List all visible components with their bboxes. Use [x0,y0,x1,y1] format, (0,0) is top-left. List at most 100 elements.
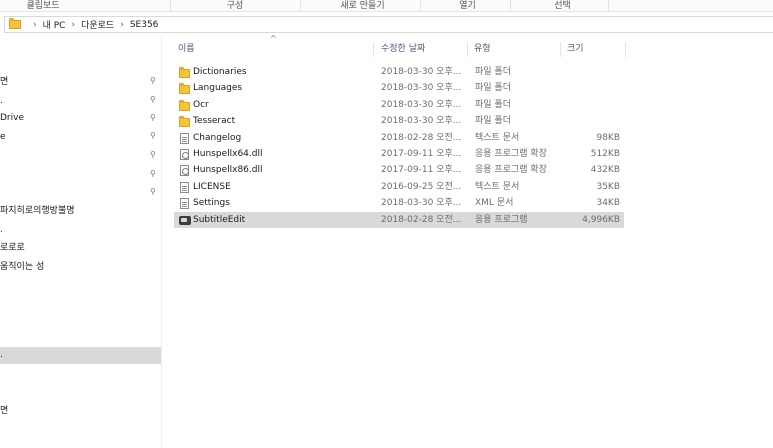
nav-item-label: e [0,132,6,142]
file-size: 4,996KB [582,214,620,225]
nav-item[interactable]: . [0,93,161,109]
breadcrumb-current-folder[interactable]: SE356 [130,20,159,30]
pin-icon: ⚲ [150,150,156,159]
file-name: Ocr [193,99,209,110]
dll-file-icon [180,148,189,160]
text-file-icon [180,181,189,193]
file-date: 2017-09-11 오후... [381,148,462,159]
column-divider[interactable] [373,42,374,57]
file-type: XML 문서 [475,198,514,209]
file-date: 2018-03-30 오후... [381,116,462,127]
file-size: 34KB [596,198,620,209]
xml-file-icon [180,198,189,210]
file-type: 텍스트 문서 [475,132,520,143]
nav-item-drive[interactable]: Drive [0,110,161,126]
nav-item-label: 면 [0,77,9,87]
breadcrumb-this-pc[interactable]: 내 PC [43,18,66,31]
ribbon-group-select: 선택 [554,1,571,11]
column-headers: ^ 이름 수정한 날짜 유형 크기 [170,34,630,58]
nav-item[interactable]: e [0,129,161,145]
file-row[interactable]: Hunspellx64.dll 2017-09-11 오후... 응용 프로그램… [174,146,624,162]
file-name: Hunspellx64.dll [193,148,263,159]
file-row[interactable]: Ocr 2018-03-30 오후... 파일 폴더 [174,97,624,113]
column-header-name[interactable]: 이름 [178,40,195,58]
file-size: 512KB [590,148,620,159]
ribbon-divider [420,0,421,11]
nav-item-label: . [0,225,3,235]
address-bar[interactable]: › 내 PC › 다운로드 › SE356 [0,15,773,34]
folder-icon [179,99,190,111]
sort-ascending-icon: ^ [270,34,277,43]
file-type: 파일 폴더 [475,83,511,94]
nav-item-folder[interactable]: 움직이는 성 [0,259,161,275]
nav-item[interactable]: . [0,222,161,238]
navigation-pane: 면 ⚲ . ⚲ Drive ⚲ e ⚲ ⚲ ⚲ ⚲ 파지히로의행방불명 . 로로… [0,37,162,448]
file-name: LICENSE [193,181,231,192]
ribbon-group-new: 새로 만들기 [340,1,385,11]
file-date: 2018-02-28 오전... [381,214,462,225]
pin-icon: ⚲ [150,187,156,196]
file-size: 432KB [590,165,620,176]
pin-icon: ⚲ [150,76,156,85]
address-box[interactable]: › 내 PC › 다운로드 › SE356 [4,16,773,33]
file-size: 98KB [596,132,620,143]
nav-item-label: 로로로 [0,243,25,253]
column-divider[interactable] [560,42,561,57]
nav-item-label: 움직이는 성 [0,262,45,272]
file-type: 응용 프로그램 확장 [475,148,547,159]
ribbon-group-organize: 구성 [226,1,244,11]
file-name: Tesseract [193,116,236,127]
nav-item-selected[interactable]: . [0,347,161,364]
file-type: 응용 프로그램 [475,214,528,225]
file-row[interactable]: Dictionaries 2018-03-30 오후... 파일 폴더 [174,64,624,80]
file-size: 35KB [596,181,620,192]
file-date: 2016-09-25 오전... [381,181,462,192]
column-header-date[interactable]: 수정한 날짜 [381,40,425,58]
nav-item-folder[interactable]: 로로로 [0,240,161,256]
nav-item-label: Drive [0,113,24,123]
nav-item-desktop[interactable]: 면 [0,74,161,90]
file-size [566,97,620,113]
ribbon-group-open: 열기 [459,1,476,11]
file-row-selected[interactable]: SubtitleEdit 2018-02-28 오전... 응용 프로그램 4,… [174,211,624,228]
breadcrumb-chevron-icon[interactable]: › [33,20,37,30]
breadcrumb-downloads[interactable]: 다운로드 [81,18,114,31]
file-row[interactable]: Tesseract 2018-03-30 오후... 파일 폴더 [174,113,624,129]
pin-icon: ⚲ [150,113,156,122]
breadcrumb-chevron-icon[interactable]: › [120,20,124,30]
nav-item-folder[interactable]: 파지히로의행방불명 [0,203,161,219]
file-name: Dictionaries [193,67,247,77]
file-type: 파일 폴더 [475,99,511,110]
column-divider[interactable] [467,42,468,57]
file-row[interactable]: Settings 2018-03-30 오후... XML 문서 34KB [174,195,624,211]
column-divider[interactable] [625,42,626,57]
file-date: 2017-09-11 오후... [381,165,462,176]
file-date: 2018-02-28 오전... [381,132,462,143]
file-date: 2018-03-30 오후... [381,99,462,110]
folder-icon [179,83,190,95]
file-size [566,80,620,96]
text-file-icon [180,132,189,144]
file-name: Hunspellx86.dll [193,165,263,176]
file-row[interactable]: Languages 2018-03-30 오후... 파일 폴더 [174,80,624,96]
file-date: 2018-03-30 오후... [381,67,462,77]
column-header-size[interactable]: 크기 [567,40,584,58]
file-row[interactable]: Changelog 2018-02-28 오전... 텍스트 문서 98KB [174,130,624,146]
folder-icon [179,67,190,78]
nav-item[interactable]: 면 [0,403,161,419]
file-row[interactable]: LICENSE 2016-09-25 오전... 텍스트 문서 35KB [174,179,624,195]
file-type: 응용 프로그램 확장 [475,165,547,176]
file-name: Settings [193,198,230,209]
file-size [566,113,620,129]
ribbon-group-clipboard: 클립보드 [26,1,60,11]
file-date: 2018-03-30 오후... [381,83,462,94]
folder-icon [9,18,21,29]
file-type: 파일 폴더 [475,116,511,127]
pin-icon: ⚲ [150,131,156,140]
column-header-type[interactable]: 유형 [474,40,491,58]
breadcrumb-chevron-icon[interactable]: › [71,20,75,30]
ribbon-divider [608,0,609,11]
file-row[interactable]: Hunspellx86.dll 2017-09-11 오후... 응용 프로그램… [174,162,624,178]
file-name: Changelog [193,132,242,143]
pin-icon: ⚲ [150,169,156,178]
